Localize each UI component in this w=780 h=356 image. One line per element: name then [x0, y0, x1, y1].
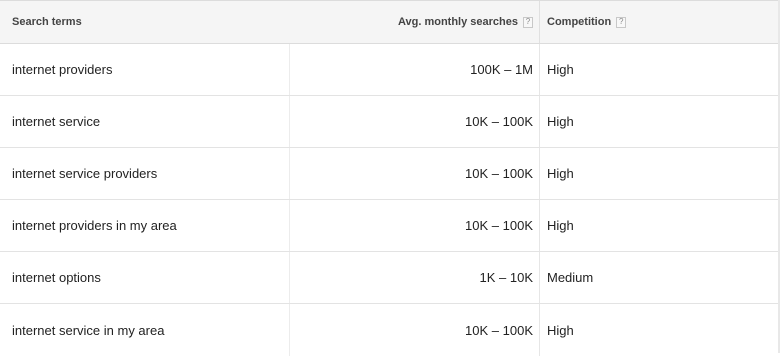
column-header-competition-label: Competition: [547, 16, 612, 28]
avg-monthly-searches-cell: 100K – 1M: [290, 44, 540, 95]
competition-cell: Medium: [547, 270, 594, 285]
search-term-cell: internet service: [0, 96, 290, 147]
search-term-cell: internet providers in my area: [0, 200, 290, 251]
competition-cell: High: [547, 218, 574, 233]
competition-cell: High: [547, 62, 574, 77]
search-term-cell: internet service providers: [0, 148, 290, 199]
help-icon[interactable]: ?: [523, 16, 533, 28]
column-header-competition[interactable]: Competition ?: [540, 1, 780, 43]
competition-cell: High: [547, 114, 574, 129]
competition-cell: High: [547, 166, 574, 181]
table-row[interactable]: internet service 10K – 100K High: [0, 96, 780, 148]
column-header-search-terms[interactable]: Search terms: [0, 1, 290, 43]
column-header-avg-monthly-searches-label: Avg. monthly searches: [397, 16, 518, 28]
search-term-cell: internet service in my area: [0, 304, 290, 356]
table-row[interactable]: internet options 1K – 10K Medium: [0, 252, 780, 304]
avg-monthly-searches-cell: 10K – 100K: [290, 200, 540, 251]
competition-cell: High: [547, 322, 574, 338]
help-icon[interactable]: ?: [616, 16, 627, 28]
avg-monthly-searches-cell: 10K – 100K: [290, 148, 540, 199]
search-term-cell: internet providers: [0, 44, 290, 95]
table-row[interactable]: internet service providers 10K – 100K Hi…: [0, 148, 780, 200]
table-row[interactable]: internet providers in my area 10K – 100K…: [0, 200, 780, 252]
table-row[interactable]: internet service in my area 10K – 100K H…: [0, 304, 780, 356]
avg-monthly-searches-cell: 10K – 100K: [290, 304, 540, 356]
column-header-avg-monthly-searches[interactable]: Avg. monthly searches ?: [290, 1, 540, 43]
keyword-results-table: Search terms Avg. monthly searches ? Com…: [0, 0, 780, 356]
search-term-cell: internet options: [0, 252, 290, 303]
table-header: Search terms Avg. monthly searches ? Com…: [0, 1, 780, 44]
table-row[interactable]: internet providers 100K – 1M High: [0, 44, 780, 96]
column-header-search-terms-label: Search terms: [12, 16, 82, 28]
avg-monthly-searches-cell: 1K – 10K: [290, 252, 540, 303]
avg-monthly-searches-cell: 10K – 100K: [290, 96, 540, 147]
